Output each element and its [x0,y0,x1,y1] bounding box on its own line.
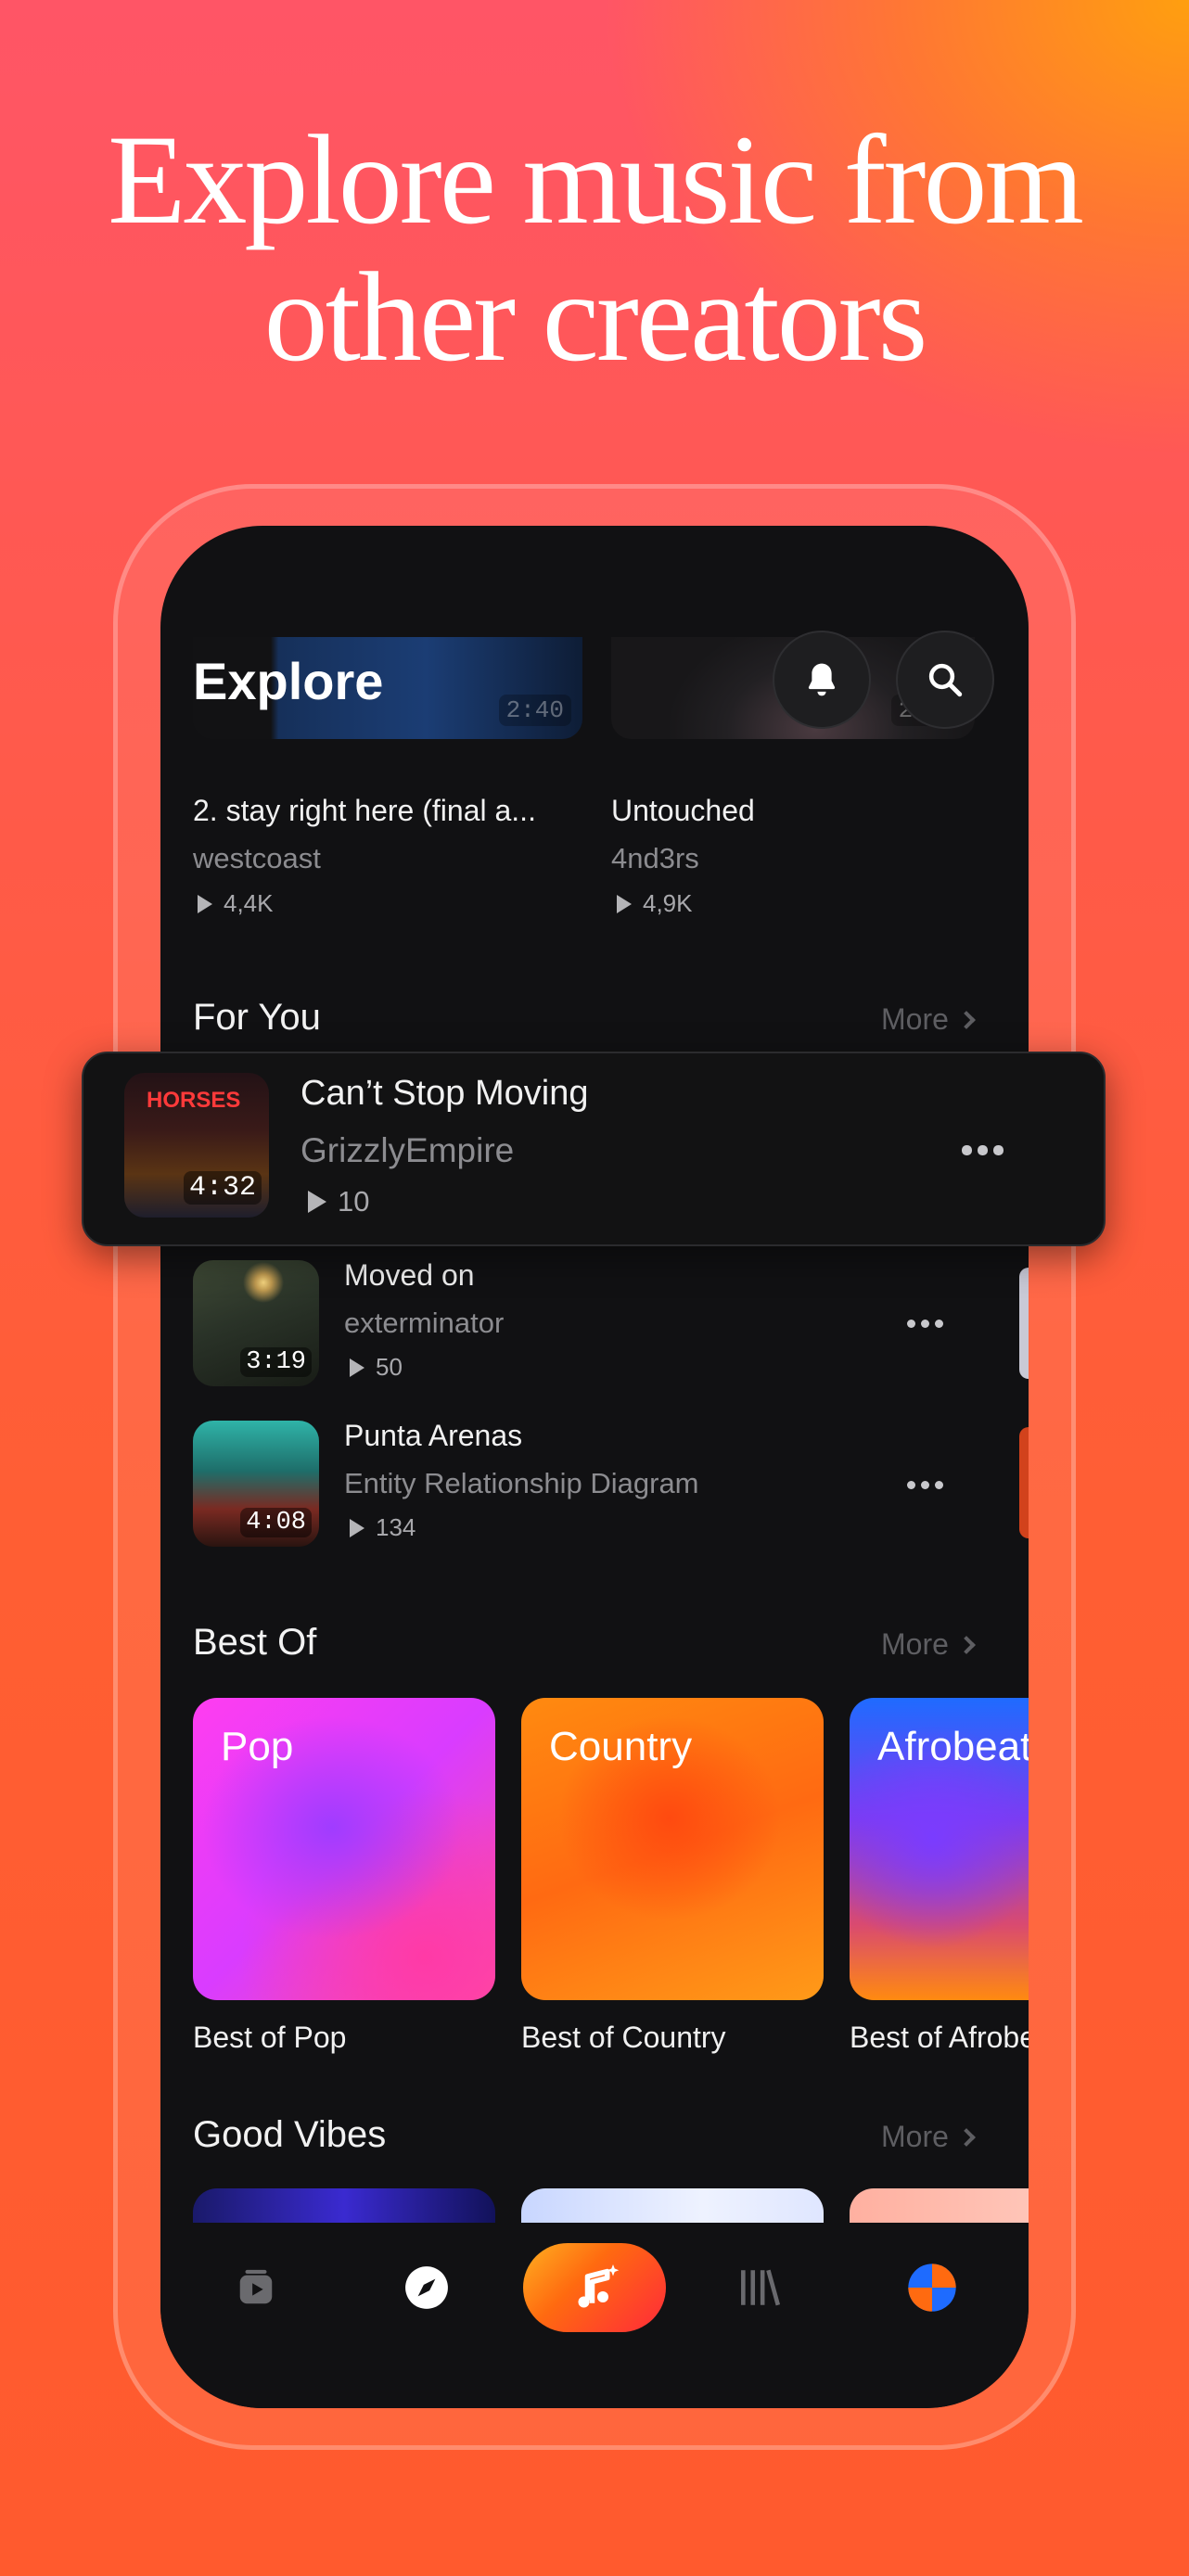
play-count: 10 [338,1185,370,1218]
section-title-best-of: Best Of [193,1622,317,1663]
song-artist[interactable]: GrizzlyEmpire [300,1131,514,1170]
song-title[interactable]: Moved on [344,1258,475,1293]
card-label: Pop [221,1724,294,1769]
play-count-icon [350,1358,364,1377]
more-link-good-vibes[interactable]: More [881,2120,976,2154]
play-count-icon [308,1191,326,1213]
song-artist[interactable]: exterminator [344,1307,504,1340]
headline: Explore music from other creators [0,111,1189,386]
genre-card-country[interactable]: Country [521,1698,824,2000]
chevron-right-icon [957,1635,976,1654]
more-link-for-you[interactable]: More [881,1002,976,1037]
genre-card-pop[interactable]: Pop [193,1698,495,2000]
song-thumb-featured[interactable]: HORSES 4:32 [124,1073,269,1218]
section-title-for-you: For You [193,997,321,1038]
next-column-peek [1019,1268,1029,1379]
more-options-button[interactable] [907,1320,943,1328]
card-caption[interactable]: Best of Country [521,2021,726,2055]
play-count-icon [350,1518,364,1537]
card-caption[interactable]: Best of Pop [193,2021,346,2055]
notifications-button[interactable] [773,631,871,729]
top-song-title-2[interactable]: Untouched [611,794,755,828]
top-song-artist-2[interactable]: 4nd3rs [611,842,699,875]
song-plays: 134 [350,1513,416,1542]
feed-icon [239,2269,273,2304]
profile-avatar [908,2264,956,2312]
play-count: 4,4K [224,889,274,917]
more-label: More [881,1627,949,1661]
duration-label: 2:40 [498,695,571,726]
song-title[interactable]: Punta Arenas [344,1419,522,1453]
page-title: Explore [193,652,384,710]
library-icon [741,2269,781,2306]
card-caption[interactable]: Best of Afrobeats [850,2021,1029,2055]
next-column-peek [1019,1427,1029,1538]
play-count-icon [617,894,632,913]
more-options-button[interactable] [907,1481,943,1489]
top-song-artist-1[interactable]: westcoast [193,842,321,875]
duration-label: 4:08 [240,1508,312,1537]
song-thumb-punta-arenas[interactable]: 4:08 [193,1421,319,1547]
more-link-best-of[interactable]: More [881,1627,976,1662]
top-song-plays-1: 4,4K [198,889,274,918]
nav-library[interactable] [717,2243,800,2332]
genre-card-afrobeats[interactable]: Afrobeats [850,1698,1029,2000]
card-label: Country [549,1724,693,1769]
nav-profile[interactable] [890,2243,974,2332]
nav-explore[interactable] [385,2243,468,2332]
phone-screen: 2:40 2:30 Explore 2. stay right here (fi… [160,526,1029,2408]
card-label: Afrobeats [877,1724,1029,1769]
search-button[interactable] [896,631,994,729]
nav-feed[interactable] [214,2243,298,2332]
more-label: More [881,2120,949,2153]
neon-sign-text: HORSES [147,1088,241,1113]
more-options-button[interactable] [962,1145,1004,1155]
top-song-title-1[interactable]: 2. stay right here (final a... [193,794,536,828]
song-plays: 10 [308,1185,369,1218]
song-artist[interactable]: Entity Relationship Diagram [344,1467,699,1500]
bell-icon [808,663,836,696]
search-icon [928,663,963,697]
song-title[interactable]: Can’t Stop Moving [300,1074,589,1114]
chevron-right-icon [957,2127,976,2147]
headline-line-2: other creators [263,246,928,388]
play-count: 4,9K [643,889,693,917]
duration-label: 4:32 [183,1171,262,1205]
play-count: 134 [376,1513,416,1541]
section-title-good-vibes: Good Vibes [193,2114,387,2155]
play-count-icon [198,894,212,913]
chevron-right-icon [957,1010,976,1029]
featured-song-card[interactable]: HORSES 4:32 Can’t Stop Moving GrizzlyEmp… [82,1052,1106,1246]
compass-icon [405,2266,448,2309]
play-count: 50 [376,1353,403,1381]
headline-line-1: Explore music from [108,108,1084,250]
top-song-plays-2: 4,9K [617,889,693,918]
duration-label: 3:19 [240,1347,312,1377]
create-music-icon [578,2264,620,2308]
more-label: More [881,1002,949,1036]
song-plays: 50 [350,1353,403,1382]
nav-create-button[interactable] [523,2243,666,2332]
song-thumb-moved-on[interactable]: 3:19 [193,1260,319,1386]
